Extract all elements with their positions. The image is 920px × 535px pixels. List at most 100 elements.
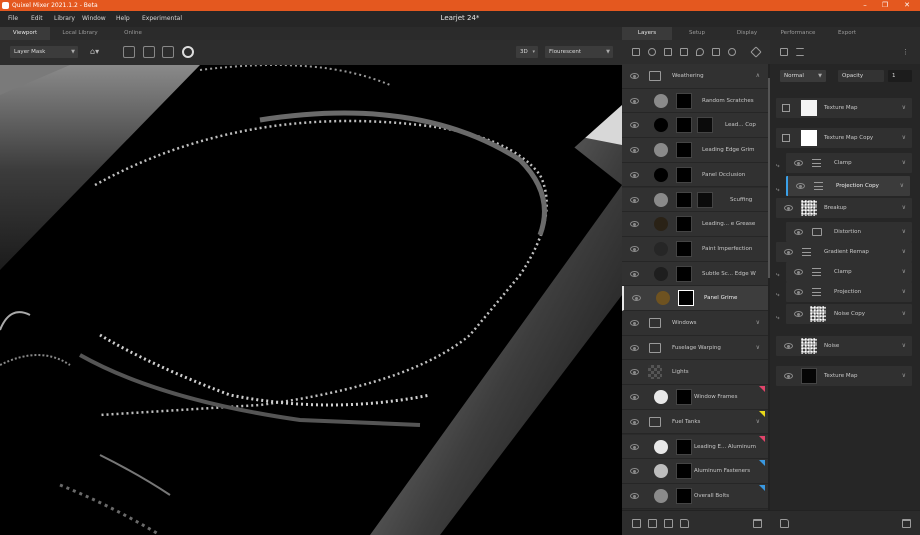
chevron-down-icon[interactable]: ∨ <box>902 282 906 302</box>
eye-icon[interactable] <box>630 344 639 351</box>
eye-icon[interactable] <box>630 418 639 425</box>
chevron-down-icon[interactable]: ∨ <box>902 262 906 282</box>
eye-icon[interactable] <box>794 269 803 275</box>
blend-mode-dropdown[interactable]: Normal ▼ <box>780 70 826 82</box>
chevron-down-icon[interactable]: ∨ <box>756 336 760 360</box>
layer-row[interactable]: Windows ∨ <box>622 311 768 336</box>
tab-display[interactable]: Display <box>724 27 770 40</box>
stack-row[interactable]: Texture Map ∨ <box>776 366 912 386</box>
tab-viewport[interactable]: Viewport <box>0 27 50 40</box>
chevron-down-icon[interactable]: ∨ <box>902 336 906 356</box>
layer-row[interactable]: Fuselage Warping ∨ <box>622 335 768 361</box>
restore-icon[interactable]: ❐ <box>876 0 894 11</box>
eye-icon[interactable] <box>630 468 639 475</box>
3d-viewport[interactable] <box>0 65 622 535</box>
tab-export[interactable]: Export <box>824 27 870 40</box>
eye-icon[interactable] <box>630 122 639 129</box>
layer-row[interactable]: Paint Imperfection <box>622 236 768 262</box>
layer-row[interactable]: Random Scratches <box>622 88 768 114</box>
chevron-down-icon[interactable]: ∨ <box>902 222 906 242</box>
layer-settings-icon[interactable] <box>780 48 788 56</box>
eye-icon[interactable] <box>630 394 639 401</box>
layer-row[interactable]: Leading... e Grease <box>622 212 768 237</box>
chevron-down-icon[interactable]: ∨ <box>902 153 906 173</box>
eye-icon[interactable] <box>794 289 803 295</box>
layer-row[interactable]: Window Frames <box>622 385 768 410</box>
eye-icon[interactable] <box>630 97 639 104</box>
chevron-down-icon[interactable]: ∨ <box>900 176 904 196</box>
layer-row-selected[interactable]: Panel Grime <box>622 286 768 311</box>
eye-icon[interactable] <box>784 343 793 349</box>
checkbox[interactable] <box>782 134 790 142</box>
layer-row[interactable]: Subtle Sc... Edge W <box>622 261 768 287</box>
adjustments-icon[interactable] <box>796 48 804 56</box>
eye-icon[interactable] <box>630 443 639 450</box>
eye-icon[interactable] <box>794 311 803 317</box>
stack-row[interactable]: Breakup ∨ <box>776 198 912 218</box>
stack-row[interactable]: Texture Map Copy ∨ <box>776 128 912 148</box>
stack-row[interactable]: Gradient Remap ∨ <box>776 242 912 262</box>
minimize-icon[interactable]: – <box>856 0 874 11</box>
eye-icon[interactable] <box>784 205 793 211</box>
eye-icon[interactable] <box>794 229 803 235</box>
layer-row[interactable]: Scuffing <box>622 187 768 213</box>
paint-layer-icon[interactable] <box>648 48 656 56</box>
layer-row[interactable]: Weathering ∧ <box>622 64 768 89</box>
opacity-input[interactable]: 1 <box>888 70 912 82</box>
fill-layer-icon[interactable] <box>664 48 672 56</box>
stack-row[interactable]: Texture Map ∨ <box>776 98 912 118</box>
layer-row[interactable]: Aluminum Fasteners <box>622 459 768 484</box>
image-view-icon[interactable] <box>123 46 135 58</box>
tab-online[interactable]: Online <box>110 27 156 40</box>
layer-row[interactable]: Panel Occlusion <box>622 162 768 188</box>
new-folder-icon[interactable] <box>780 519 789 528</box>
eye-icon[interactable] <box>630 270 639 277</box>
checkbox[interactable] <box>782 104 790 112</box>
layer-row[interactable]: Fuel Tanks ∨ <box>622 409 768 435</box>
stack-row[interactable]: Distortion ∨ <box>786 222 912 242</box>
stack-row[interactable]: Noise ∨ <box>776 336 912 356</box>
layer-row[interactable]: Lead... Cop <box>622 113 768 139</box>
eye-icon[interactable] <box>796 183 805 189</box>
new-smart-material-icon[interactable] <box>664 519 673 528</box>
tab-performance[interactable]: Performance <box>772 27 824 40</box>
channel-shapes-icon[interactable]: ⌂▾ <box>90 46 108 58</box>
more-options-icon[interactable]: ⋮ <box>902 48 910 56</box>
eye-icon[interactable] <box>630 369 639 376</box>
close-icon[interactable]: ✕ <box>898 0 916 11</box>
new-paint-layer-icon[interactable] <box>632 519 641 528</box>
stack-row-selected[interactable]: Projection Copy ∨ <box>786 176 910 196</box>
layer-row[interactable]: Leading E... Aluminum <box>622 434 768 460</box>
stack-icon[interactable] <box>750 46 762 58</box>
stack-row[interactable]: Projection ∨ <box>786 282 912 302</box>
target-icon[interactable] <box>182 46 194 58</box>
grid-2x2-icon[interactable] <box>143 46 155 58</box>
eye-icon[interactable] <box>632 295 641 302</box>
eye-icon[interactable] <box>630 171 639 178</box>
chevron-down-icon[interactable]: ∨ <box>902 198 906 218</box>
eye-icon[interactable] <box>784 249 793 255</box>
eye-icon[interactable] <box>630 196 639 203</box>
chevron-down-icon[interactable]: ∨ <box>902 98 906 118</box>
eye-icon[interactable] <box>784 373 793 379</box>
tab-setup[interactable]: Setup <box>674 27 720 40</box>
new-folder-icon[interactable] <box>680 519 689 528</box>
layer-row[interactable]: Lights <box>622 360 768 386</box>
layer-row[interactable]: Overall Bolts <box>622 483 768 509</box>
grid-3x3-icon[interactable] <box>162 46 174 58</box>
chevron-down-icon[interactable]: ∨ <box>902 128 906 148</box>
new-surface-layer-icon[interactable] <box>648 519 657 528</box>
chevron-down-icon[interactable]: ∨ <box>902 242 906 262</box>
layer-row[interactable]: Leading Edge Grim <box>622 138 768 163</box>
bucket-icon[interactable] <box>728 48 736 56</box>
mask-icon[interactable] <box>712 48 720 56</box>
eye-icon[interactable] <box>630 221 639 228</box>
chevron-down-icon[interactable]: ∨ <box>902 304 906 324</box>
solid-layer-icon[interactable] <box>680 48 688 56</box>
chevron-down-icon[interactable]: ∨ <box>756 311 760 335</box>
mask-mode-dropdown[interactable]: Layer Mask ▼ <box>10 46 78 58</box>
eye-icon[interactable] <box>794 160 803 166</box>
eye-icon[interactable] <box>630 73 639 79</box>
stack-row[interactable]: Noise Copy ∨ <box>786 304 912 324</box>
eye-icon[interactable] <box>630 245 639 252</box>
